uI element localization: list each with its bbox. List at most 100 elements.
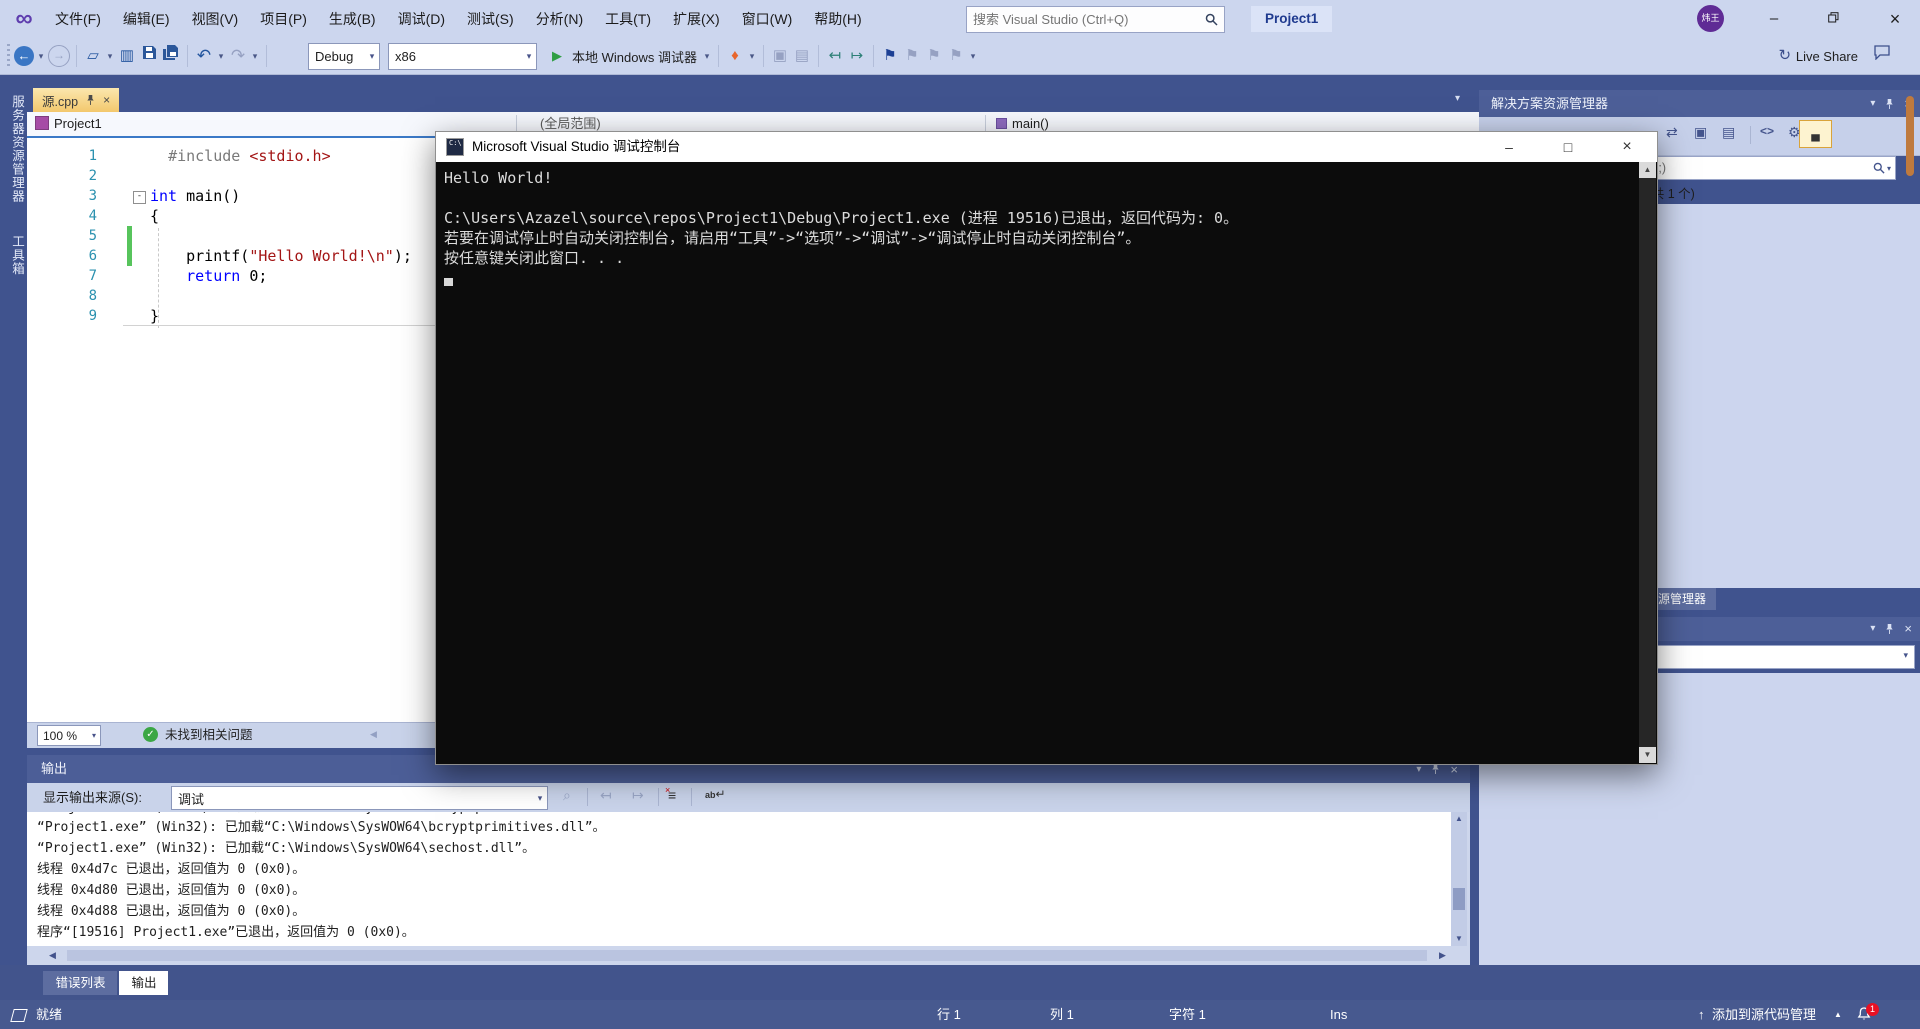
sync-with-active-document-icon[interactable]: ⇄ [1666, 124, 1678, 141]
window-restore-button[interactable] [1810, 0, 1856, 38]
undo-dropdown-icon[interactable]: ▾ [216, 44, 226, 68]
editor-zoom-combo[interactable]: 100 % ▾ [37, 725, 101, 746]
quick-search-input[interactable] [967, 12, 1205, 27]
solution-platform-combo[interactable]: x86 ▾ [388, 42, 537, 70]
line-indicator[interactable]: 行 1 [937, 1000, 961, 1029]
collapse-all-icon[interactable]: ▤ [1722, 124, 1735, 141]
output-log[interactable]: “Project1.exe” (Win32): 已加载“C:\Windows\S… [27, 812, 1451, 946]
navigate-forward-icon[interactable]: → [48, 45, 70, 67]
debug-console-window[interactable]: C:\ Microsoft Visual Studio 调试控制台 – □ × … [435, 131, 1658, 765]
console-maximize-button[interactable]: □ [1545, 132, 1591, 162]
solution-explorer-header[interactable]: 解决方案资源管理器 ▾ × [1479, 90, 1920, 117]
next-bookmark-icon[interactable]: ⚑ [924, 44, 944, 68]
start-debugging-label[interactable]: 本地 Windows 调试器 [572, 47, 697, 66]
scroll-left-icon[interactable]: ◀ [49, 946, 56, 965]
hot-reload-dropdown-icon[interactable]: ▾ [747, 44, 757, 68]
solution-configuration-combo[interactable]: Debug ▾ [308, 42, 380, 70]
start-debugging-icon[interactable]: ▶ [547, 44, 567, 68]
menu-item[interactable]: 生成(B) [318, 0, 387, 38]
console-minimize-button[interactable]: – [1486, 132, 1532, 162]
open-file-icon[interactable]: ▥ [117, 44, 137, 68]
previous-message-icon[interactable]: ↤ [600, 787, 612, 804]
scroll-left-icon[interactable]: ◀ [370, 729, 377, 740]
pin-icon[interactable] [1885, 98, 1894, 110]
menu-item[interactable]: 编辑(E) [112, 0, 181, 38]
output-source-combo[interactable]: 调试 ▾ [171, 786, 548, 810]
increase-indent-icon[interactable]: ↦ [847, 44, 867, 68]
quick-search-box[interactable] [966, 6, 1225, 33]
scrollbar-thumb[interactable] [1906, 96, 1914, 176]
source-control-dropdown-icon[interactable]: ▲ [1834, 1000, 1842, 1029]
console-title-bar[interactable]: C:\ Microsoft Visual Studio 调试控制台 – □ × [436, 132, 1657, 162]
insert-mode-indicator[interactable]: Ins [1330, 1000, 1347, 1029]
preview-selected-items-button[interactable]: ▄ [1799, 120, 1832, 148]
console-scrollbar[interactable]: ▲ ▼ [1639, 162, 1656, 763]
hot-reload-icon[interactable]: ♦ [725, 44, 745, 68]
document-tab-source-cpp[interactable]: 源.cpp × [33, 88, 120, 112]
clear-bookmarks-icon[interactable]: ⚑ [946, 44, 966, 68]
console-close-button[interactable]: × [1604, 132, 1650, 162]
output-vertical-scrollbar[interactable]: ▲ ▼ [1451, 812, 1467, 946]
close-panel-icon[interactable]: × [1904, 617, 1912, 641]
decrease-indent-icon[interactable]: ↤ [825, 44, 845, 68]
undo-icon[interactable]: ↶ [194, 44, 214, 68]
pin-icon[interactable] [86, 94, 95, 106]
scroll-up-icon[interactable]: ▲ [1451, 812, 1467, 826]
health-status-text[interactable]: 未找到相关问题 [165, 723, 253, 747]
redo-dropdown-icon[interactable]: ▾ [250, 44, 260, 68]
new-project-dropdown-icon[interactable]: ▾ [105, 44, 115, 68]
panel-menu-dropdown-icon[interactable]: ▾ [1870, 617, 1875, 641]
menu-item[interactable]: 视图(V) [181, 0, 250, 38]
character-indicator[interactable]: 字符 1 [1169, 1000, 1206, 1029]
bottom-tab-输出[interactable]: 输出 [119, 971, 169, 995]
toolbar-grip[interactable] [7, 44, 10, 68]
toggle-bookmark-icon[interactable]: ⚑ [880, 44, 900, 68]
menu-item[interactable]: 文件(F) [44, 0, 112, 38]
panel-menu-dropdown-icon[interactable]: ▾ [1416, 764, 1421, 775]
find-in-files-icon[interactable]: ▣ [770, 44, 790, 68]
toggle-word-wrap-icon[interactable]: ab↵ [705, 787, 726, 801]
new-project-icon[interactable]: ▱ [83, 44, 103, 68]
navigate-back-icon[interactable]: ← [14, 46, 34, 66]
project-dropdown[interactable]: Project1 [35, 112, 102, 136]
pin-icon[interactable] [1885, 623, 1894, 635]
find-message-icon[interactable]: ⌕ [563, 787, 571, 804]
add-to-source-control-button[interactable]: 添加到源代码管理 [1712, 1000, 1816, 1029]
pending-changes-filter-icon[interactable]: ▣ [1694, 124, 1707, 141]
redo-icon[interactable]: ↷ [228, 44, 248, 68]
column-indicator[interactable]: 列 1 [1050, 1000, 1074, 1029]
menu-item[interactable]: 测试(S) [456, 0, 525, 38]
next-message-icon[interactable]: ↦ [632, 787, 644, 804]
account-avatar[interactable]: 炜王 [1697, 5, 1724, 32]
side-tab-服务器资源管理器[interactable]: 服务器资源管理器 [0, 83, 27, 215]
window-close-button[interactable]: × [1872, 0, 1918, 38]
scroll-right-icon[interactable]: ▶ [1439, 946, 1446, 965]
save-all-icon[interactable] [161, 44, 181, 68]
menu-item[interactable]: 扩展(X) [662, 0, 731, 38]
title-bar[interactable]: ∞ 文件(F) 编辑(E) 视图(V) 项目(P) 生成(B) 调试(D) 测试(S) 分析(… [0, 0, 1920, 38]
panel-menu-dropdown-icon[interactable]: ▾ [1870, 90, 1875, 117]
menu-item[interactable]: 窗口(W) [731, 0, 804, 38]
document-list-dropdown-icon[interactable]: ▾ [1455, 93, 1460, 104]
navigate-back-dropdown-icon[interactable]: ▾ [36, 44, 46, 68]
save-icon[interactable] [139, 44, 159, 68]
solution-name-badge[interactable]: Project1 [1251, 6, 1333, 32]
menu-item[interactable]: 帮助(H) [803, 0, 872, 38]
previous-bookmark-icon[interactable]: ⚑ [902, 44, 922, 68]
close-tab-icon[interactable]: × [103, 93, 110, 107]
scroll-down-icon[interactable]: ▼ [1639, 747, 1656, 763]
live-share-button[interactable]: ↻ Live Share [1774, 44, 1858, 68]
navigate-to-icon[interactable]: ▤ [792, 44, 812, 68]
menu-item[interactable]: 分析(N) [525, 0, 594, 38]
search-options-dropdown-icon[interactable]: ▾ [1887, 164, 1895, 173]
scroll-up-icon[interactable]: ▲ [1639, 162, 1656, 178]
bottom-tab-错误列表[interactable]: 错误列表 [43, 971, 118, 995]
view-code-icon[interactable]: <> [1760, 124, 1774, 138]
start-debugging-dropdown-icon[interactable]: ▾ [702, 44, 712, 68]
menu-item[interactable]: 工具(T) [594, 0, 662, 38]
menu-item[interactable]: 调试(D) [387, 0, 456, 38]
console-output[interactable]: Hello World! C:\Users\Azazel\source\repos… [436, 162, 1640, 764]
send-feedback-icon[interactable] [1872, 44, 1892, 68]
window-minimize-button[interactable]: – [1751, 0, 1797, 38]
fold-marker-icon[interactable]: - [133, 191, 146, 204]
